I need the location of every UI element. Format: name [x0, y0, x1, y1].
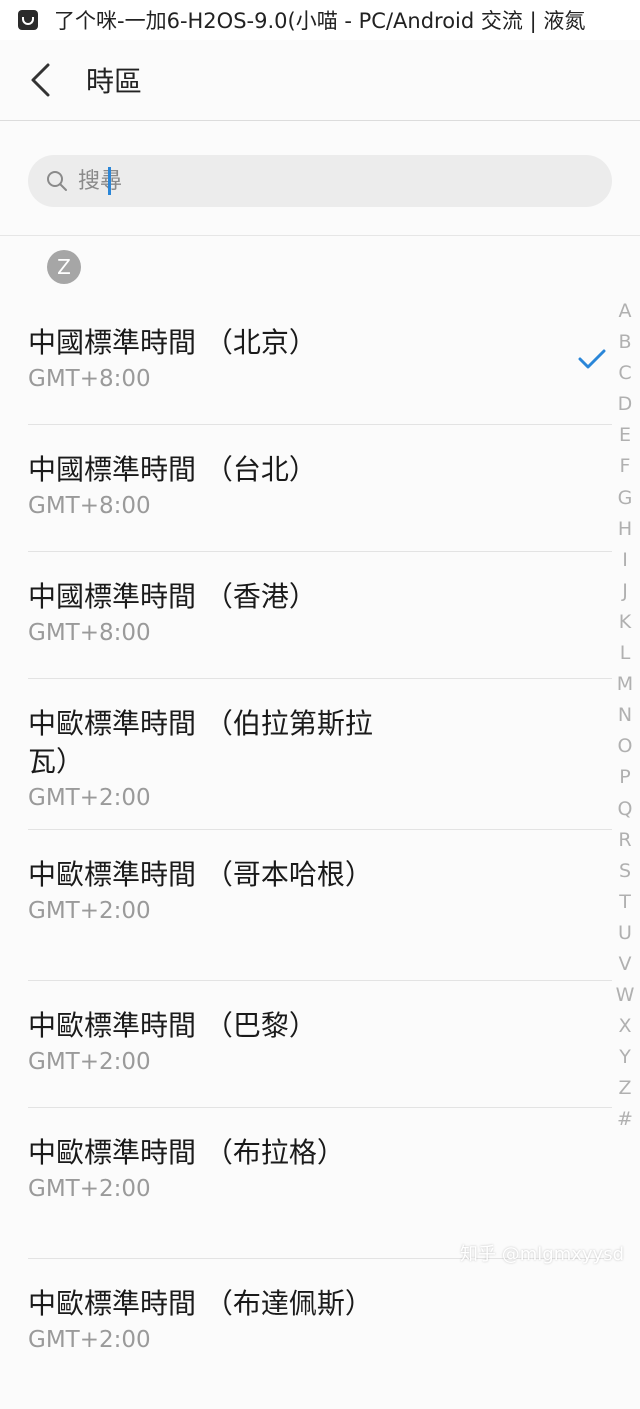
index-letter[interactable]: G [610, 483, 640, 514]
index-letter[interactable]: T [610, 887, 640, 918]
index-letter[interactable]: R [610, 825, 640, 856]
index-letter[interactable]: Y [610, 1042, 640, 1073]
text-cursor [108, 167, 111, 195]
index-letter[interactable]: A [610, 296, 640, 327]
watermark: 知乎 @mlgmxyysd [460, 1244, 624, 1265]
timezone-name: 中歐標準時間 （布拉格） [28, 1136, 345, 1169]
index-letter[interactable]: U [610, 918, 640, 949]
timezone-name: 中歐標準時間 （布達佩斯） [28, 1287, 373, 1320]
timezone-name: 中歐標準時間 （巴黎） [28, 1009, 317, 1042]
search-section [0, 121, 640, 236]
index-letter[interactable]: S [610, 856, 640, 887]
timezone-item[interactable]: 中國標準時間 （香港） GMT+8:00 [28, 552, 612, 679]
index-letter[interactable]: V [610, 949, 640, 980]
index-letter[interactable]: J [610, 576, 640, 607]
app-header: 時區 [0, 40, 640, 121]
index-letter[interactable]: H [610, 514, 640, 545]
timezone-offset: GMT+8:00 [28, 366, 151, 392]
search-icon [46, 170, 68, 192]
timezone-offset: GMT+2:00 [28, 785, 151, 811]
notification-bar[interactable]: 了个咪-一加6-H2OS-9.0(小喵 - PC/Android 交流 | 液氮 [0, 0, 640, 40]
index-letter[interactable]: N [610, 700, 640, 731]
timezone-item[interactable]: 中歐標準時間 （布達佩斯） GMT+2:00 [28, 1259, 612, 1409]
alphabet-index[interactable]: A B C D E F G H I J K L M N O P Q R S T U V W X Y Z # [610, 296, 640, 1136]
index-letter[interactable]: M [610, 669, 640, 700]
index-letter[interactable]: # [610, 1104, 640, 1135]
index-letter[interactable]: D [610, 389, 640, 420]
index-letter[interactable]: C [610, 358, 640, 389]
index-letter[interactable]: L [610, 638, 640, 669]
timezone-name: 中歐標準時間 （哥本哈根） [28, 858, 373, 891]
timezone-offset: GMT+2:00 [28, 1049, 151, 1075]
search-input[interactable] [76, 167, 560, 195]
index-letter[interactable]: Q [610, 794, 640, 825]
chevron-left-icon [31, 63, 50, 97]
timezone-offset: GMT+2:00 [28, 1327, 151, 1353]
timezone-item[interactable]: 中國標準時間 （北京） GMT+8:00 [28, 298, 612, 425]
index-letter[interactable]: F [610, 451, 640, 482]
timezone-item[interactable]: 中歐標準時間 （布拉格） GMT+2:00 [28, 1108, 612, 1259]
index-letter[interactable]: B [610, 327, 640, 358]
index-letter[interactable]: W [610, 980, 640, 1011]
index-letter[interactable]: I [610, 545, 640, 576]
timezone-offset: GMT+8:00 [28, 620, 151, 646]
back-button[interactable] [14, 52, 70, 108]
checkmark-icon [578, 349, 606, 369]
index-letter[interactable]: X [610, 1011, 640, 1042]
timezone-offset: GMT+2:00 [28, 898, 151, 924]
timezone-item[interactable]: 中歐標準時間 （哥本哈根） GMT+2:00 [28, 830, 612, 981]
index-letter[interactable]: Z [610, 1073, 640, 1104]
timezone-offset: GMT+2:00 [28, 1176, 151, 1202]
index-letter[interactable]: K [610, 607, 640, 638]
timezone-item[interactable]: 中歐標準時間 （巴黎） GMT+2:00 [28, 981, 612, 1108]
timezone-name: 中國標準時間 （北京） [28, 326, 317, 359]
notification-text: 了个咪-一加6-H2OS-9.0(小喵 - PC/Android 交流 | 液氮 [54, 9, 586, 33]
index-letter[interactable]: O [610, 731, 640, 762]
section-letter-badge: Z [47, 250, 81, 284]
timezone-name: 中歐標準時間 （伯拉第斯拉瓦） [28, 707, 373, 778]
search-bar[interactable] [28, 155, 612, 207]
timezone-item[interactable]: 中國標準時間 （台北） GMT+8:00 [28, 425, 612, 552]
index-letter[interactable]: E [610, 420, 640, 451]
timezone-name: 中國標準時間 （香港） [28, 580, 317, 613]
page-title: 時區 [86, 65, 143, 98]
timezone-item[interactable]: 中歐標準時間 （伯拉第斯拉瓦） GMT+2:00 [28, 679, 612, 830]
timezone-name: 中國標準時間 （台北） [28, 453, 317, 486]
timezone-offset: GMT+8:00 [28, 493, 151, 519]
index-letter[interactable]: P [610, 762, 640, 793]
app-notification-icon [18, 10, 38, 30]
